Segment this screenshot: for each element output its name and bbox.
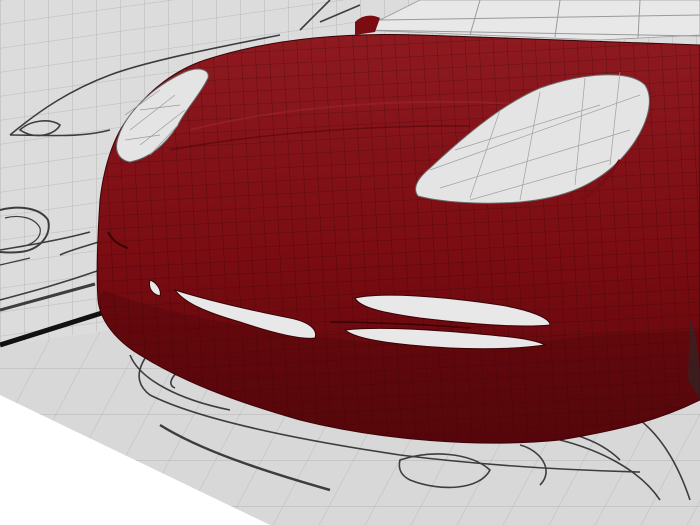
modeling-viewport[interactable]	[0, 0, 700, 525]
viewport-canvas[interactable]	[0, 0, 700, 525]
